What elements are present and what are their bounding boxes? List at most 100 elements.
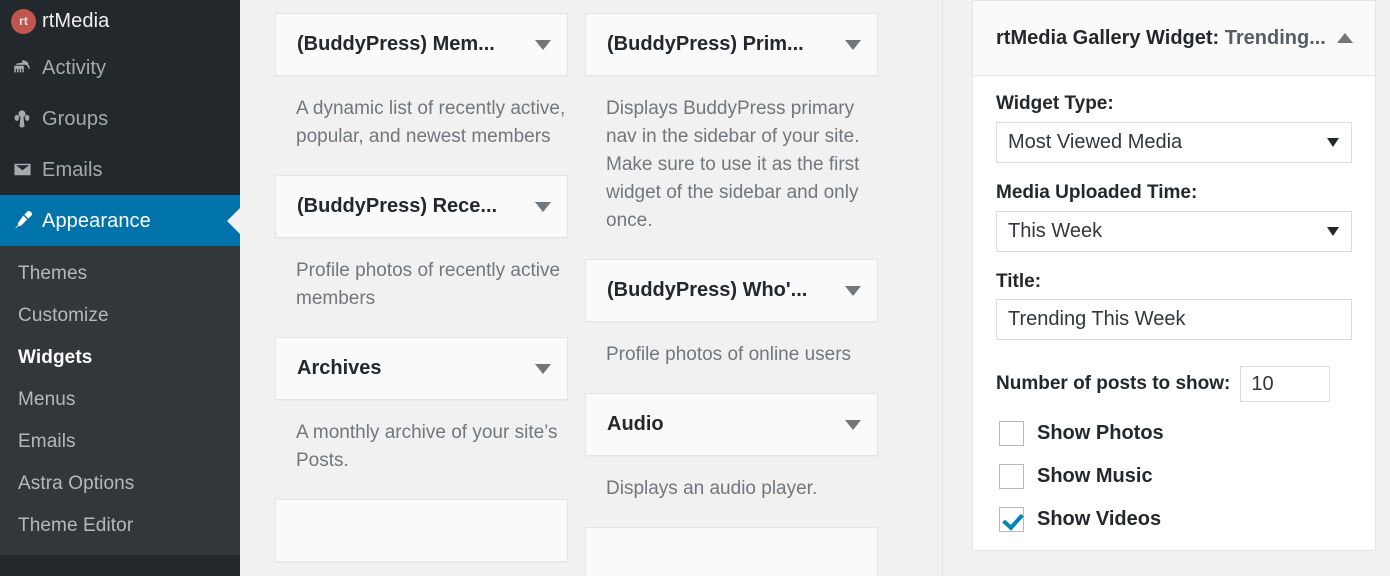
number-of-posts-label: Number of posts to show:: [996, 373, 1231, 395]
title-input[interactable]: Trending This Week: [996, 299, 1352, 341]
buddicons-activity-icon: [11, 57, 42, 79]
email-icon: [11, 158, 42, 181]
widget-type-select[interactable]: Most Viewed Media: [996, 121, 1352, 163]
sidebar-item-label-emails: Emails: [42, 158, 103, 181]
media-uploaded-time-label: Media Uploaded Time:: [996, 181, 1198, 203]
sidebar-item-label-customize: Customize: [18, 305, 109, 326]
rtmedia-gallery-widget-card: rtMedia Gallery Widget: Trending... Widg…: [972, 0, 1376, 552]
widget-card-next-partial: [275, 499, 568, 562]
widget-card-title: (BuddyPress) Who'...: [607, 279, 808, 301]
chevron-down-icon: [1327, 226, 1339, 236]
admin-sidebar: rt rtMedia Activity Groups Emails Appear…: [0, 0, 240, 576]
title-input-value: Trending This Week: [1008, 308, 1186, 331]
sidebar-item-label-emails-sub: Emails: [18, 431, 76, 452]
widgets-admin-screen: rt rtMedia Activity Groups Emails Appear…: [0, 0, 1390, 576]
widget-card-title: Audio: [607, 413, 664, 435]
widget-panel-body: Widget Type: Most Viewed Media Media Upl…: [973, 76, 1375, 533]
widget-card-header[interactable]: (BuddyPress) Prim...: [585, 13, 878, 76]
widget-card-archives: Archives A monthly archive of your site’…: [275, 337, 568, 475]
chevron-down-icon[interactable]: [845, 285, 861, 296]
chevron-down-icon[interactable]: [845, 419, 861, 430]
number-of-posts-input[interactable]: 10: [1240, 366, 1331, 403]
show-music-label: Show Music: [1037, 465, 1153, 488]
sidebar-item-groups[interactable]: Groups: [0, 93, 240, 144]
show-photos-label: Show Photos: [1037, 422, 1164, 445]
sidebar-item-label-appearance: Appearance: [42, 209, 151, 232]
sidebar-item-astra-options[interactable]: Astra Options: [0, 463, 240, 505]
widget-card-header[interactable]: (BuddyPress) Rece...: [275, 175, 568, 238]
widgets-column-left: (BuddyPress) Mem... A dynamic list of re…: [275, 13, 568, 562]
widget-card-header[interactable]: [275, 499, 568, 562]
sidebar-item-label-menus: Menus: [18, 389, 76, 410]
widget-card-description: Displays BuddyPress primary nav in the s…: [606, 98, 860, 231]
chevron-down-icon: [1327, 137, 1339, 147]
sidebar-item-widgets[interactable]: Widgets: [0, 337, 240, 379]
appearance-submenu: Themes Customize Widgets Menus Emails As…: [0, 246, 240, 555]
title-label: Title:: [996, 270, 1042, 292]
show-videos-checkbox[interactable]: [999, 507, 1024, 533]
widget-type-value: Most Viewed Media: [1008, 130, 1183, 153]
show-videos-label: Show Videos: [1037, 508, 1162, 531]
widget-panel-header[interactable]: rtMedia Gallery Widget: Trending...: [973, 1, 1375, 76]
widget-card-title: (BuddyPress) Prim...: [607, 33, 804, 55]
widget-card-description: Profile photos of online users: [606, 344, 852, 365]
widget-card-title: Archives: [297, 357, 382, 379]
show-photos-checkbox[interactable]: [999, 421, 1024, 447]
widgets-column-right: (BuddyPress) Prim... Displays BuddyPress…: [585, 13, 878, 576]
show-videos-row[interactable]: Show Videos: [996, 507, 1352, 533]
widget-card-buddypress-members: (BuddyPress) Mem... A dynamic list of re…: [275, 13, 568, 151]
widget-card-audio: Audio Displays an audio player.: [585, 393, 878, 503]
sidebar-item-emails-sub[interactable]: Emails: [0, 421, 240, 463]
sidebar-item-activity[interactable]: Activity: [0, 42, 240, 93]
sidebar-item-menus[interactable]: Menus: [0, 379, 240, 421]
buddicons-groups-icon: [11, 108, 42, 130]
show-music-row[interactable]: Show Music: [996, 464, 1352, 490]
sidebar-divider: [942, 0, 958, 576]
sidebar-item-label-widgets: Widgets: [18, 347, 93, 368]
number-of-posts-value: 10: [1251, 372, 1274, 395]
chevron-down-icon[interactable]: [535, 39, 551, 50]
widget-card-buddypress-recently-active: (BuddyPress) Rece... Profile photos of r…: [275, 175, 568, 313]
widget-card-header[interactable]: Audio: [585, 393, 878, 456]
show-music-checkbox[interactable]: [999, 464, 1024, 490]
widget-panel-title: rtMedia Gallery Widget: Trending...: [996, 27, 1326, 50]
widget-card-description: A monthly archive of your site’s Posts.: [296, 422, 558, 471]
paintbrush-icon: [11, 209, 42, 232]
widget-card-title: (BuddyPress) Mem...: [297, 33, 495, 55]
chevron-down-icon[interactable]: [845, 39, 861, 50]
sidebar-item-label-activity: Activity: [42, 56, 107, 79]
sidebar-item-label-theme-editor: Theme Editor: [18, 515, 134, 536]
chevron-up-icon[interactable]: [1337, 33, 1353, 43]
sidebar-item-label-groups: Groups: [42, 107, 109, 130]
sidebar-item-rtmedia[interactable]: rt rtMedia: [0, 0, 240, 42]
widget-card-header[interactable]: [585, 527, 878, 576]
widget-panel-title-suffix: Trending...: [1224, 26, 1326, 49]
sidebar-item-themes[interactable]: Themes: [0, 253, 240, 295]
number-of-posts-row: Number of posts to show: 10: [996, 366, 1352, 403]
widget-card-header[interactable]: Archives: [275, 337, 568, 400]
media-uploaded-time-select[interactable]: This Week: [996, 210, 1352, 252]
rtmedia-logo-icon: rt: [11, 8, 42, 34]
chevron-down-icon[interactable]: [535, 363, 551, 374]
chevron-down-icon[interactable]: [535, 201, 551, 212]
sidebar-item-label-rtmedia: rtMedia: [42, 9, 110, 32]
sidebar-item-emails[interactable]: Emails: [0, 144, 240, 195]
widget-card-description: Displays an audio player.: [606, 478, 818, 499]
widget-settings-panel: rtMedia Gallery Widget: Trending... Widg…: [958, 0, 1390, 576]
sidebar-item-appearance[interactable]: Appearance: [0, 195, 240, 246]
sidebar-item-theme-editor[interactable]: Theme Editor: [0, 505, 240, 547]
widget-card-buddypress-primary-nav: (BuddyPress) Prim... Displays BuddyPress…: [585, 13, 878, 235]
available-widgets-area: (BuddyPress) Mem... A dynamic list of re…: [240, 0, 942, 576]
widget-card-header[interactable]: (BuddyPress) Mem...: [275, 13, 568, 76]
widget-card-title: (BuddyPress) Rece...: [297, 195, 498, 217]
widget-card-next-partial: [585, 527, 878, 576]
sidebar-item-label-astra-options: Astra Options: [18, 473, 135, 494]
show-photos-row[interactable]: Show Photos: [996, 421, 1352, 447]
sidebar-item-label-themes: Themes: [18, 263, 88, 284]
widget-panel-title-prefix: rtMedia Gallery Widget:: [996, 26, 1225, 49]
widget-type-label: Widget Type:: [996, 93, 1114, 114]
sidebar-item-customize[interactable]: Customize: [0, 295, 240, 337]
widget-card-description: Profile photos of recently active member…: [296, 260, 561, 309]
widget-card-header[interactable]: (BuddyPress) Who'...: [585, 259, 878, 322]
media-uploaded-time-value: This Week: [1008, 219, 1103, 242]
